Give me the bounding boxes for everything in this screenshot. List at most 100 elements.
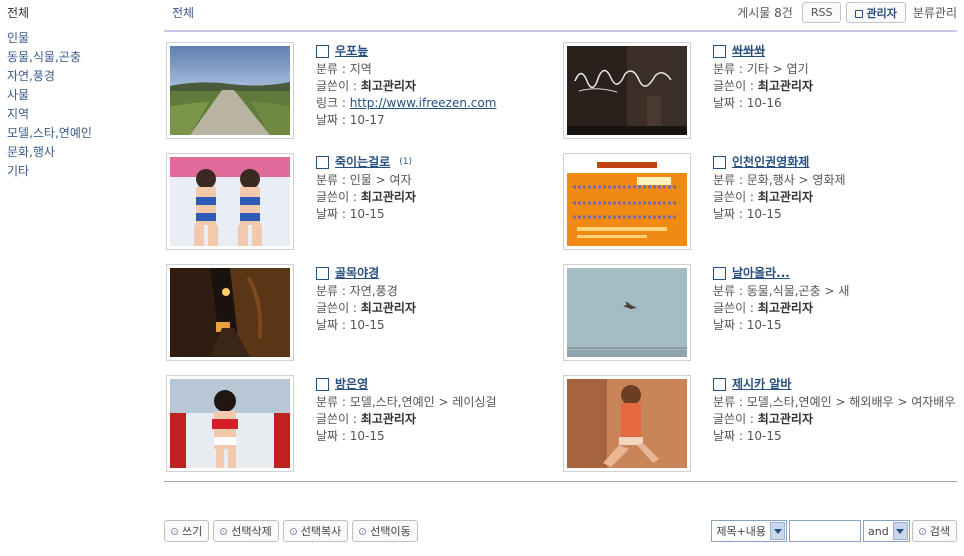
post-title[interactable]: 제시카 알바 (732, 376, 791, 393)
post-author: 글쓴이 : 최고관리자 (713, 411, 957, 428)
select-checkbox[interactable] (316, 378, 329, 391)
author-name[interactable]: 최고관리자 (361, 301, 416, 315)
gallery-item: 제시카 알바 분류 : 모델,스타,연예인 > 해외배우 > 여자배우 글쓴이 … (561, 373, 957, 484)
select-checkbox[interactable] (713, 45, 726, 58)
search-input[interactable] (789, 520, 862, 542)
post-category: 분류 : 모델,스타,연예인 > 해외배우 > 여자배우 (713, 394, 957, 411)
post-title[interactable]: 죽이는걸로 (335, 154, 390, 171)
post-title[interactable]: 인천인권영화제 (732, 154, 809, 171)
sidebar-item[interactable]: 사물 (7, 86, 157, 105)
delete-selected-button[interactable]: 선택삭제 (213, 520, 279, 542)
author-name[interactable]: 최고관리자 (361, 412, 416, 426)
author-name[interactable]: 최고관리자 (758, 79, 813, 93)
date-label: 날짜 : (713, 318, 747, 332)
bullet-icon (359, 527, 367, 535)
category-label: 분류 : (316, 284, 350, 298)
author-label: 글쓴이 : (316, 190, 361, 204)
post-title[interactable]: 쏴쏴쏴 (732, 43, 765, 60)
post-category: 분류 : 모델,스타,연예인 > 레이싱걸 (316, 394, 560, 411)
date-label: 날짜 : (316, 318, 350, 332)
copy-label: 선택복사 (300, 525, 342, 538)
move-selected-button[interactable]: 선택이동 (352, 520, 418, 542)
author-label: 글쓴이 : (316, 301, 361, 315)
search-operator-select[interactable]: and (863, 520, 910, 542)
search-field-select[interactable]: 제목+내용 (711, 520, 788, 542)
sidebar-item[interactable]: 자연,풍경 (7, 67, 157, 86)
select-checkbox[interactable] (316, 156, 329, 169)
author-name[interactable]: 최고관리자 (758, 301, 813, 315)
write-button[interactable]: 쓰기 (164, 520, 210, 542)
author-name[interactable]: 최고관리자 (758, 412, 813, 426)
category-label: 분류 : (316, 395, 350, 409)
select-checkbox[interactable] (713, 156, 726, 169)
comment-count[interactable]: (1) (399, 154, 412, 171)
post-info: 인천인권영화제 분류 : 문화,행사 > 영화제 글쓴이 : 최고관리자 날짜 … (713, 154, 957, 223)
sidebar-item[interactable]: 기타 (7, 162, 157, 181)
sidebar-item[interactable]: 지역 (7, 105, 157, 124)
category-manage-link[interactable]: 분류관리 (913, 4, 957, 21)
thumbnail[interactable] (166, 42, 294, 139)
thumbnail[interactable] (563, 153, 691, 250)
thumbnail[interactable] (563, 42, 691, 139)
post-date: 날짜 : 10-15 (316, 428, 560, 445)
sidebar-item[interactable]: 동물,식물,곤충 (7, 48, 157, 67)
admin-button[interactable]: 관리자 (846, 2, 906, 23)
search-button[interactable]: 검색 (911, 520, 957, 542)
post-info: 방은영 분류 : 모델,스타,연예인 > 레이싱걸 글쓴이 : 최고관리자 날짜… (316, 376, 560, 445)
post-author: 글쓴이 : 최고관리자 (316, 300, 560, 317)
sidebar-item[interactable]: 인물 (7, 29, 157, 48)
move-label: 선택이동 (370, 525, 411, 538)
breadcrumb[interactable]: 전체 (172, 4, 194, 21)
date-value: 10-15 (746, 318, 782, 332)
post-author: 글쓴이 : 최고관리자 (713, 189, 957, 206)
sidebar-item[interactable]: 모델,스타,연예인 (7, 124, 157, 143)
link-label: 링크 : (316, 96, 350, 110)
post-category: 분류 : 인물 > 여자 (316, 172, 560, 189)
post-info: 제시카 알바 분류 : 모델,스타,연예인 > 해외배우 > 여자배우 글쓴이 … (713, 376, 957, 445)
post-info: 날아올라... 분류 : 동물,식물,곤충 > 새 글쓴이 : 최고관리자 날짜… (713, 265, 957, 334)
author-label: 글쓴이 : (713, 301, 758, 315)
copy-selected-button[interactable]: 선택복사 (282, 520, 349, 542)
date-value: 10-15 (349, 318, 385, 332)
select-checkbox[interactable] (316, 267, 329, 280)
search-label: 검색 (929, 525, 950, 538)
author-name[interactable]: 최고관리자 (361, 190, 416, 204)
link-url[interactable]: http://www.ifreezen.com (350, 96, 497, 110)
post-date: 날짜 : 10-16 (713, 95, 957, 112)
thumbnail[interactable] (166, 153, 294, 250)
date-value: 10-16 (746, 96, 782, 110)
sidebar-item[interactable]: 문화,행사 (7, 143, 157, 162)
date-label: 날짜 : (713, 96, 747, 110)
thumbnail[interactable] (563, 375, 691, 472)
select-checkbox[interactable] (713, 267, 726, 280)
post-author: 글쓴이 : 최고관리자 (713, 300, 957, 317)
category-sidebar: 전체 인물 동물,식물,곤충 자연,풍경 사물 지역 모델,스타,연예인 문화,… (7, 4, 157, 181)
category-label: 분류 : (713, 284, 747, 298)
write-label: 쓰기 (182, 525, 203, 538)
author-name[interactable]: 최고관리자 (361, 79, 416, 93)
post-title[interactable]: 방은영 (335, 376, 368, 393)
date-value: 10-15 (349, 207, 385, 221)
search-bar: 제목+내용 and 검색 (711, 520, 957, 542)
post-title[interactable]: 우포늪 (335, 43, 368, 60)
select-checkbox[interactable] (316, 45, 329, 58)
thumbnail[interactable] (563, 264, 691, 361)
rss-button[interactable]: RSS (801, 2, 842, 23)
post-category: 분류 : 동물,식물,곤충 > 새 (713, 283, 957, 300)
thumbnail[interactable] (166, 264, 294, 361)
post-title[interactable]: 날아올라... (732, 265, 790, 282)
date-label: 날짜 : (316, 113, 350, 127)
author-name[interactable]: 최고관리자 (758, 190, 813, 204)
sidebar-all-link[interactable]: 전체 (7, 4, 157, 21)
thumbnail[interactable] (166, 375, 294, 472)
post-title[interactable]: 골목야경 (335, 265, 379, 282)
search-field-value: 제목+내용 (716, 525, 767, 538)
category-label: 분류 : (713, 62, 747, 76)
category-value: 모델,스타,연예인 > 해외배우 > 여자배우 (746, 395, 956, 409)
select-checkbox[interactable] (713, 378, 726, 391)
post-info: 우포늪 분류 : 지역 글쓴이 : 최고관리자 링크 : http://www.… (316, 43, 560, 129)
date-value: 10-17 (349, 113, 385, 127)
date-value: 10-15 (746, 207, 782, 221)
road-photo (170, 46, 290, 135)
delete-label: 선택삭제 (231, 525, 272, 538)
